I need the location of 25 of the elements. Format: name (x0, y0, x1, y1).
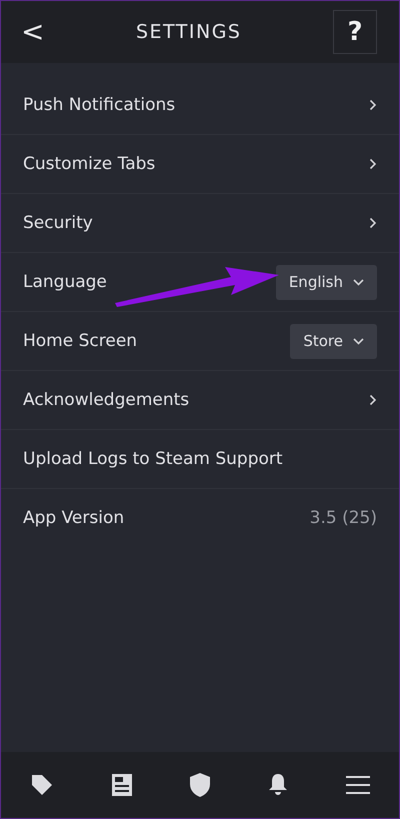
chevron-right-icon (369, 158, 377, 170)
chevron-right-icon (369, 394, 377, 406)
menu-icon (346, 776, 370, 794)
tag-icon (30, 773, 54, 797)
back-button[interactable]: < (21, 18, 44, 46)
setting-label: Acknowledgements (23, 390, 190, 410)
setting-label: Home Screen (23, 331, 138, 351)
setting-label: Security (23, 213, 93, 233)
chevron-right-icon (369, 217, 377, 229)
setting-label: Push Notifications (23, 95, 176, 115)
page-title: SETTINGS (136, 21, 242, 43)
shield-icon (190, 773, 210, 797)
setting-label: Language (23, 272, 107, 292)
bell-icon (268, 773, 288, 797)
chevron-down-icon (353, 338, 364, 344)
setting-label: Customize Tabs (23, 154, 156, 174)
setting-value: 3.5 (25) (310, 508, 377, 528)
chevron-right-icon (369, 99, 377, 111)
newspaper-icon (112, 774, 132, 796)
setting-label[interactable]: Upload Logs to Steam Support (23, 449, 283, 469)
setting-label: App Version (23, 508, 124, 528)
help-button[interactable]: ? (332, 10, 377, 54)
chevron-down-icon (353, 278, 364, 286)
dropdown-button[interactable]: English (276, 264, 377, 300)
dropdown-button[interactable]: Store (290, 324, 377, 358)
